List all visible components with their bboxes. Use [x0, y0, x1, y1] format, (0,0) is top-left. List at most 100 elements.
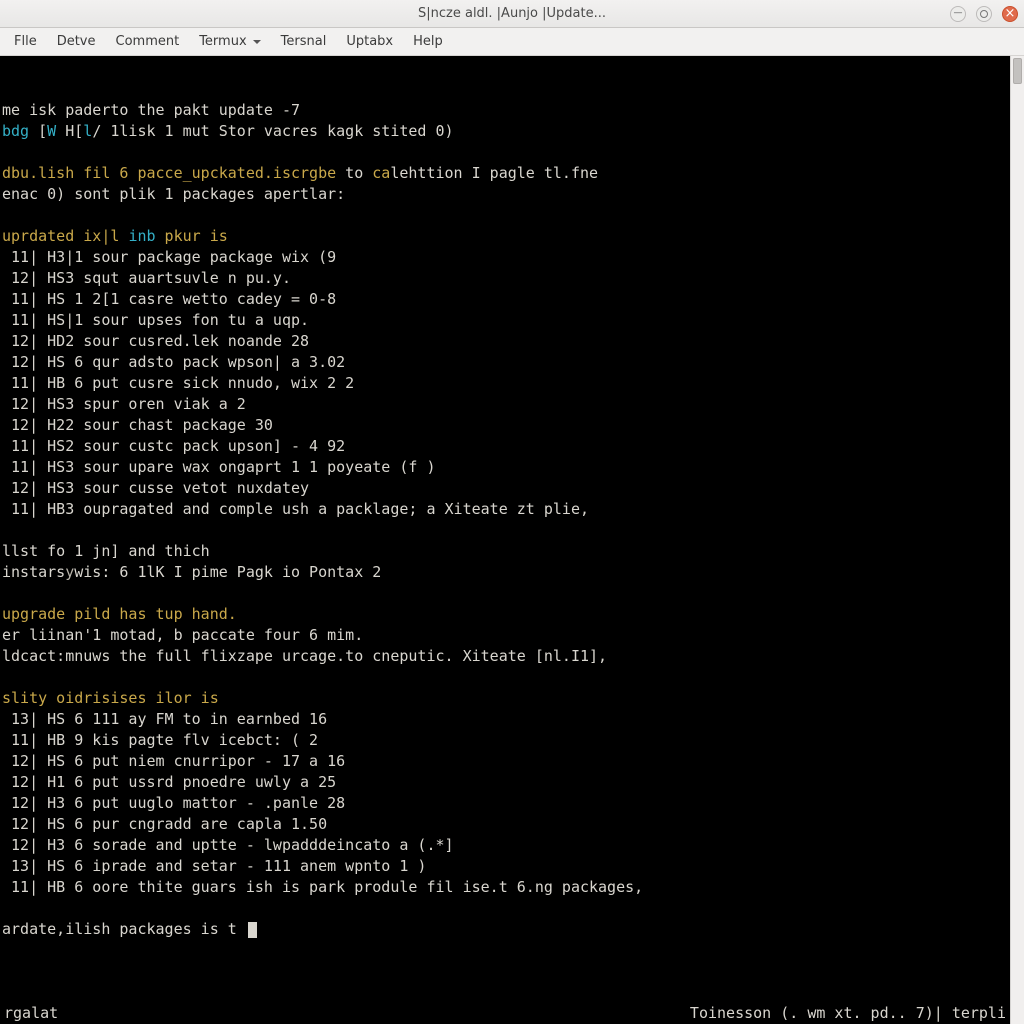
- terminal-text: / 1lisk 1 mut Stor vacres kagk stited 0): [92, 122, 453, 140]
- terminal-text: 11| HB 6 oore thite guars ish is park pr…: [2, 878, 643, 896]
- terminal-text: wis: 6 1lK I pime Pagk io Pontax 2: [74, 563, 381, 581]
- terminal-text: 12| H3 6 sorade and uptte - lwpadddeinca…: [2, 836, 454, 854]
- terminal-text: ardate,ilish packages is t: [2, 920, 246, 938]
- terminal-line: enac 0) sont plik 1 packages apertlar:: [2, 184, 1006, 205]
- terminal-text: 11| HS2 sour custc pack upson] - 4 92: [2, 437, 345, 455]
- menu-flle[interactable]: Flle: [4, 30, 47, 53]
- terminal-scrollbar[interactable]: [1010, 56, 1024, 1024]
- terminal-text: 12| HD2 sour cusred.lek noande 28: [2, 332, 309, 350]
- terminal-text: upgrade pild has tup hand.: [2, 605, 237, 623]
- terminal-line: 11| HS3 sour upare wax ongaprt 1 1 poyea…: [2, 457, 1006, 478]
- terminal-text: 12| H1 6 put ussrd pnoedre uwly a 25: [2, 773, 336, 791]
- terminal-line: slity oidrisises ilor is: [2, 688, 1006, 709]
- terminal-text: 12| HS3 spur oren viak a 2: [2, 395, 246, 413]
- terminal-line: 12| H3 6 put uuglo mattor - .panle 28: [2, 793, 1006, 814]
- window-titlebar: S|ncze aldl. |Aunjo |Update...: [0, 0, 1024, 28]
- statusline-left: rgalat: [4, 1003, 58, 1024]
- terminal-text: me isk paderto the pakt update -7: [2, 101, 300, 119]
- terminal-line: 12| H22 sour chast package 30: [2, 415, 1006, 436]
- terminal-text: ca: [372, 164, 390, 182]
- terminal-line: 11| HS 1 2[1 casre wetto cadey = 0-8: [2, 289, 1006, 310]
- terminal-line: 11| HB 6 oore thite guars ish is park pr…: [2, 877, 1006, 898]
- menu-comment[interactable]: Comment: [106, 30, 190, 53]
- terminal-text: l: [83, 122, 92, 140]
- terminal-line: 12| HS 6 put niem cnurripor - 17 a 16: [2, 751, 1006, 772]
- terminal-text: 12| HS3 sour cusse vetot nuxdatey: [2, 479, 309, 497]
- terminal-text: 12| HS 6 put niem cnurripor - 17 a 16: [2, 752, 345, 770]
- terminal-line: 12| HS 6 pur cngradd are capla 1.50: [2, 814, 1006, 835]
- terminal-text: 11| HB 9 kis pagte flv icebct: ( 2: [2, 731, 318, 749]
- terminal-text: dbu.lish fil 6 pacce_upckated.iscrgbe: [2, 164, 336, 182]
- statusline-right: Toinesson (. wm xt. pd.. 7)| terpli: [690, 1003, 1006, 1024]
- terminal-text: llst fo 1 jn] and thich: [2, 542, 210, 560]
- terminal-text: 12| HS 6 pur cngradd are capla 1.50: [2, 815, 327, 833]
- terminal-text: slity oidrisises ilor is: [2, 689, 219, 707]
- terminal-text: 11| HS|1 sour upses fon tu a uqp.: [2, 311, 309, 329]
- terminal-line: 12| H3 6 sorade and uptte - lwpadddeinca…: [2, 835, 1006, 856]
- terminal-line: [2, 142, 1006, 163]
- terminal-text: enac 0) sont plik 1 packages apertlar:: [2, 185, 345, 203]
- terminal-line: uprdated ix|l inb pkur is: [2, 226, 1006, 247]
- window-minimize-button[interactable]: [950, 6, 966, 22]
- terminal-text: 11| HB3 oupragated and comple ush a pack…: [2, 500, 589, 518]
- terminal-line: 12| HD2 sour cusred.lek noande 28: [2, 331, 1006, 352]
- menubar: FlleDetveCommentTermuxTersnalUptabxHelp: [0, 28, 1024, 56]
- menu-help[interactable]: Help: [403, 30, 453, 53]
- terminal-text: 12| H22 sour chast package 30: [2, 416, 273, 434]
- terminal-line: 12| HS3 spur oren viak a 2: [2, 394, 1006, 415]
- terminal-text: instars: [2, 563, 65, 581]
- menu-detve[interactable]: Detve: [47, 30, 106, 53]
- terminal-line: 11| HB 6 put cusre sick nnudo, wix 2 2: [2, 373, 1006, 394]
- terminal-line: 12| HS3 sour cusse vetot nuxdatey: [2, 478, 1006, 499]
- terminal-line: llst fo 1 jn] and thich: [2, 541, 1006, 562]
- terminal-line: [2, 583, 1006, 604]
- terminal-text: W: [47, 122, 56, 140]
- menu-uptabx[interactable]: Uptabx: [336, 30, 403, 53]
- terminal-text: lehttion I pagle tl.fne: [390, 164, 598, 182]
- menu-tersnal[interactable]: Tersnal: [271, 30, 337, 53]
- window-controls: [950, 6, 1018, 22]
- terminal-text: bdg: [2, 122, 38, 140]
- terminal[interactable]: me isk paderto the pakt update -7 bdg [W …: [0, 56, 1010, 1024]
- terminal-line: dbu.lish fil 6 pacce_upckated.iscrgbe to…: [2, 163, 1006, 184]
- terminal-line: 12| HS3 squt auartsuvle n pu.y.: [2, 268, 1006, 289]
- terminal-line: 11| HS|1 sour upses fon tu a uqp.: [2, 310, 1006, 331]
- terminal-text: 12| HS 6 qur adsto pack wpson| a 3.02: [2, 353, 345, 371]
- terminal-line: [2, 520, 1006, 541]
- terminal-line: upgrade pild has tup hand.: [2, 604, 1006, 625]
- terminal-line: 13| HS 6 iprade and setar - 111 anem wpn…: [2, 856, 1006, 877]
- terminal-cursor: [248, 922, 257, 938]
- terminal-text: inb: [128, 227, 155, 245]
- terminal-text: 12| H3 6 put uuglo mattor - .panle 28: [2, 794, 345, 812]
- terminal-line: ldcact:mnuws the full flixzape urcage.to…: [2, 646, 1006, 667]
- terminal-line: er liinan'1 motad, b paccate four 6 mim.: [2, 625, 1006, 646]
- terminal-text: y: [65, 563, 74, 581]
- terminal-line: bdg [W H[l/ 1lisk 1 mut Stor vacres kagk…: [2, 121, 1006, 142]
- window-close-button[interactable]: [1002, 6, 1018, 22]
- terminal-line: 12| HS 6 qur adsto pack wpson| a 3.02: [2, 352, 1006, 373]
- terminal-line: 11| HS2 sour custc pack upson] - 4 92: [2, 436, 1006, 457]
- window-maximize-button[interactable]: [976, 6, 992, 22]
- terminal-line: ardate,ilish packages is t: [2, 919, 1006, 940]
- terminal-text: uprdated ix|l: [2, 227, 128, 245]
- terminal-text: 13| HS 6 111 ay FM to in earnbed 16: [2, 710, 327, 728]
- terminal-line: [2, 667, 1006, 688]
- terminal-text: er liinan'1 motad, b paccate four 6 mim.: [2, 626, 363, 644]
- terminal-line: 13| HS 6 111 ay FM to in earnbed 16: [2, 709, 1006, 730]
- terminal-line: 12| H1 6 put ussrd pnoedre uwly a 25: [2, 772, 1006, 793]
- terminal-area: me isk paderto the pakt update -7 bdg [W …: [0, 56, 1024, 1024]
- terminal-line: [2, 205, 1006, 226]
- terminal-scrollbar-thumb[interactable]: [1013, 58, 1022, 84]
- terminal-text: 11| HS 1 2[1 casre wetto cadey = 0-8: [2, 290, 336, 308]
- terminal-line: me isk paderto the pakt update -7: [2, 100, 1006, 121]
- terminal-text: H[: [56, 122, 83, 140]
- window-title: S|ncze aldl. |Aunjo |Update...: [418, 6, 606, 21]
- terminal-text: pkur is: [156, 227, 228, 245]
- terminal-text: 11| H3|1 sour package package wix (9: [2, 248, 336, 266]
- terminal-line: 11| HB3 oupragated and comple ush a pack…: [2, 499, 1006, 520]
- menu-termux[interactable]: Termux: [189, 30, 270, 53]
- terminal-text: 11| HS3 sour upare wax ongaprt 1 1 poyea…: [2, 458, 435, 476]
- terminal-text: 11| HB 6 put cusre sick nnudo, wix 2 2: [2, 374, 354, 392]
- terminal-text: to: [336, 164, 372, 182]
- terminal-statusline: rgalat Toinesson (. wm xt. pd.. 7)| terp…: [0, 1003, 1010, 1024]
